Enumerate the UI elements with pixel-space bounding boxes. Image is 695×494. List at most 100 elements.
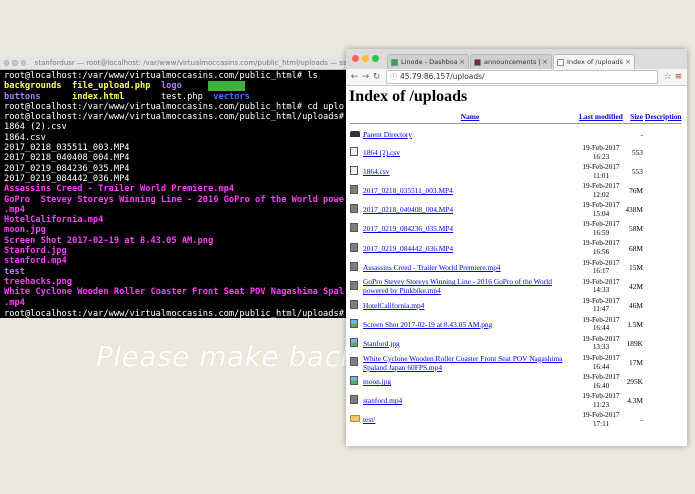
terminal-text: root@localhost:/var/www/virtualmoccasins… xyxy=(4,308,344,318)
file-link[interactable]: GoPro Stevey Storeys Winning Line - 2016… xyxy=(363,277,552,295)
terminal-title: stanfordusr — root@localhost: /var/www/v… xyxy=(34,59,348,67)
forward-arrow-icon[interactable]: → xyxy=(360,72,371,82)
file-link[interactable]: test/ xyxy=(363,415,375,424)
file-link[interactable]: 2017_0218_040408_004.MP4 xyxy=(363,205,453,214)
sort-by-size-link[interactable]: Size xyxy=(630,112,643,121)
close-dot-icon[interactable] xyxy=(4,60,10,66)
file-link[interactable]: Screen Shot 2017-02-19 at 8.43.05 AM.png xyxy=(363,320,492,329)
date-text: 19-Feb-2017 xyxy=(582,353,620,362)
terminal-line: 1864 (2).csv xyxy=(4,122,344,132)
parent-directory-icon xyxy=(350,131,360,137)
file-size: 68M xyxy=(629,243,643,253)
tab-favicon-icon xyxy=(474,58,481,66)
tab-list: Linode - Dashboard // li×announcements |… xyxy=(386,54,635,69)
last-modified: 19-Feb-2017 11:01 xyxy=(578,162,624,181)
file-link[interactable]: Assassins Creed - Trailer World Premiere… xyxy=(363,263,501,272)
terminal-text: .mp4 xyxy=(4,204,25,215)
file-link[interactable]: 2017_0219_084236_035.MP4 xyxy=(363,224,453,233)
file-link[interactable]: 1864.csv xyxy=(363,167,389,176)
file-link[interactable]: Stanford.jpg xyxy=(363,339,400,348)
file-size: 42M xyxy=(629,281,643,291)
zoom-dot-icon[interactable] xyxy=(20,60,26,66)
date-text: 19-Feb-2017 xyxy=(582,220,620,229)
file-size: - xyxy=(640,415,643,425)
table-row: stanford.mp4 19-Feb-2017 11:23 4.3M xyxy=(349,391,683,410)
file-link[interactable]: moon.jpg xyxy=(363,377,391,386)
parent-directory-link[interactable]: Parent Directory xyxy=(363,130,412,139)
terminal-text: logo xyxy=(160,81,182,92)
video-file-icon xyxy=(350,261,358,271)
last-modified: 19-Feb-2017 16:23 xyxy=(578,143,624,162)
file-size: 295K xyxy=(626,377,643,387)
file-link[interactable]: 1864 (2).csv xyxy=(363,148,400,157)
sort-by-name-link[interactable]: Name xyxy=(461,112,479,121)
sort-by-description-link[interactable]: Description xyxy=(645,112,682,121)
terminal-window[interactable]: stanfordusr — root@localhost: /var/www/v… xyxy=(0,57,348,318)
file-link[interactable]: HotelCalifornia.mp4 xyxy=(363,301,424,310)
file-link[interactable]: 2017_0219_084442_036.MP4 xyxy=(363,244,453,253)
time-text: 16:40 xyxy=(592,381,610,390)
menu-icon[interactable]: ≡ xyxy=(673,72,684,82)
file-link[interactable]: stanford.mp4 xyxy=(363,396,402,405)
page-info-icon[interactable]: ⓘ xyxy=(390,71,397,83)
image-file-icon xyxy=(350,337,358,347)
folder-icon xyxy=(350,415,360,423)
minimize-window-icon[interactable] xyxy=(362,55,369,62)
terminal-text: buttons xyxy=(4,91,41,102)
date-text: 19-Feb-2017 xyxy=(582,163,620,172)
time-text: 16:17 xyxy=(592,267,610,276)
tab-favicon-icon xyxy=(391,58,398,66)
time-text: 13:33 xyxy=(592,343,610,352)
time-text: 11:23 xyxy=(592,400,610,409)
terminal-text: root@localhost:/var/www/virtualmoccasins… xyxy=(4,101,344,112)
terminal-line: Screen Shot 2017-02-19 at 8.43.05 AM.png xyxy=(4,236,344,246)
bookmark-star-icon[interactable]: ☆ xyxy=(662,72,673,82)
terminal-line: root@localhost:/var/www/virtualmoccasins… xyxy=(4,308,344,318)
file-size: 438M xyxy=(625,205,643,215)
file-link[interactable]: 2017_0218_035511_003.MP4 xyxy=(363,186,453,195)
tab-bar: Linode - Dashboard // li×announcements |… xyxy=(346,49,687,69)
terminal-text: treehacks.png xyxy=(4,276,72,287)
terminal-titlebar[interactable]: stanfordusr — root@localhost: /var/www/v… xyxy=(0,57,348,70)
tab-close-icon[interactable]: × xyxy=(540,58,548,66)
date-text: 19-Feb-2017 xyxy=(582,277,620,286)
terminal-output[interactable]: root@localhost:/var/www/virtualmoccasins… xyxy=(0,70,348,318)
time-text: 11:47 xyxy=(592,305,610,314)
sort-by-last-modified-link[interactable]: Last modified xyxy=(579,112,623,121)
browser-tab[interactable]: Index of /uploads × xyxy=(553,54,635,69)
terminal-line: Stanford.jpg xyxy=(4,246,344,256)
file-size: 15M xyxy=(629,262,643,272)
close-window-icon[interactable] xyxy=(352,55,359,62)
terminal-text: moon.jpg xyxy=(4,225,46,236)
browser-tab[interactable]: Linode - Dashboard // li× xyxy=(387,54,469,69)
terminal-text: test xyxy=(4,266,25,277)
last-modified: 19-Feb-2017 16:40 xyxy=(578,372,624,391)
last-modified: 19-Feb-2017 16:44 xyxy=(578,315,624,334)
terminal-line: backgrounds file_upload.php logo uploads xyxy=(4,81,344,92)
zoom-window-icon[interactable] xyxy=(372,55,379,62)
file-size: 553 xyxy=(631,148,643,158)
reload-icon[interactable]: ↻ xyxy=(371,72,382,82)
tab-label: Index of /uploads xyxy=(567,58,624,66)
tab-close-icon[interactable]: × xyxy=(623,58,631,66)
date-text: 19-Feb-2017 xyxy=(582,334,620,343)
time-text: 15:04 xyxy=(592,209,610,218)
terminal-line: stanford.mp4 xyxy=(4,256,344,266)
file-size: 58M xyxy=(629,224,643,234)
minimize-dot-icon[interactable] xyxy=(12,60,18,66)
last-modified: 19-Feb-2017 13:33 xyxy=(578,334,624,353)
time-text: 16:44 xyxy=(592,324,610,333)
date-text: 19-Feb-2017 xyxy=(582,239,620,248)
back-arrow-icon[interactable]: ← xyxy=(349,72,360,82)
last-modified: 19-Feb-2017 16:44 xyxy=(578,353,624,372)
address-bar[interactable]: ⓘ 45.79.86.157/uploads/ xyxy=(386,70,658,84)
terminal-line: root@localhost:/var/www/virtualmoccasins… xyxy=(4,102,344,112)
table-row: HotelCalifornia.mp4 19-Feb-2017 11:47 46M xyxy=(349,296,683,315)
browser-tab[interactable]: announcements | Tree× xyxy=(470,54,552,69)
file-link[interactable]: White Cyclone Wooden Roller Coaster Fron… xyxy=(363,354,562,372)
last-modified: 19-Feb-2017 16:17 xyxy=(578,258,624,277)
table-row: Screen Shot 2017-02-19 at 8.43.05 AM.png… xyxy=(349,315,683,334)
tab-close-icon[interactable]: × xyxy=(457,58,465,66)
file-size: 17M xyxy=(629,358,643,368)
